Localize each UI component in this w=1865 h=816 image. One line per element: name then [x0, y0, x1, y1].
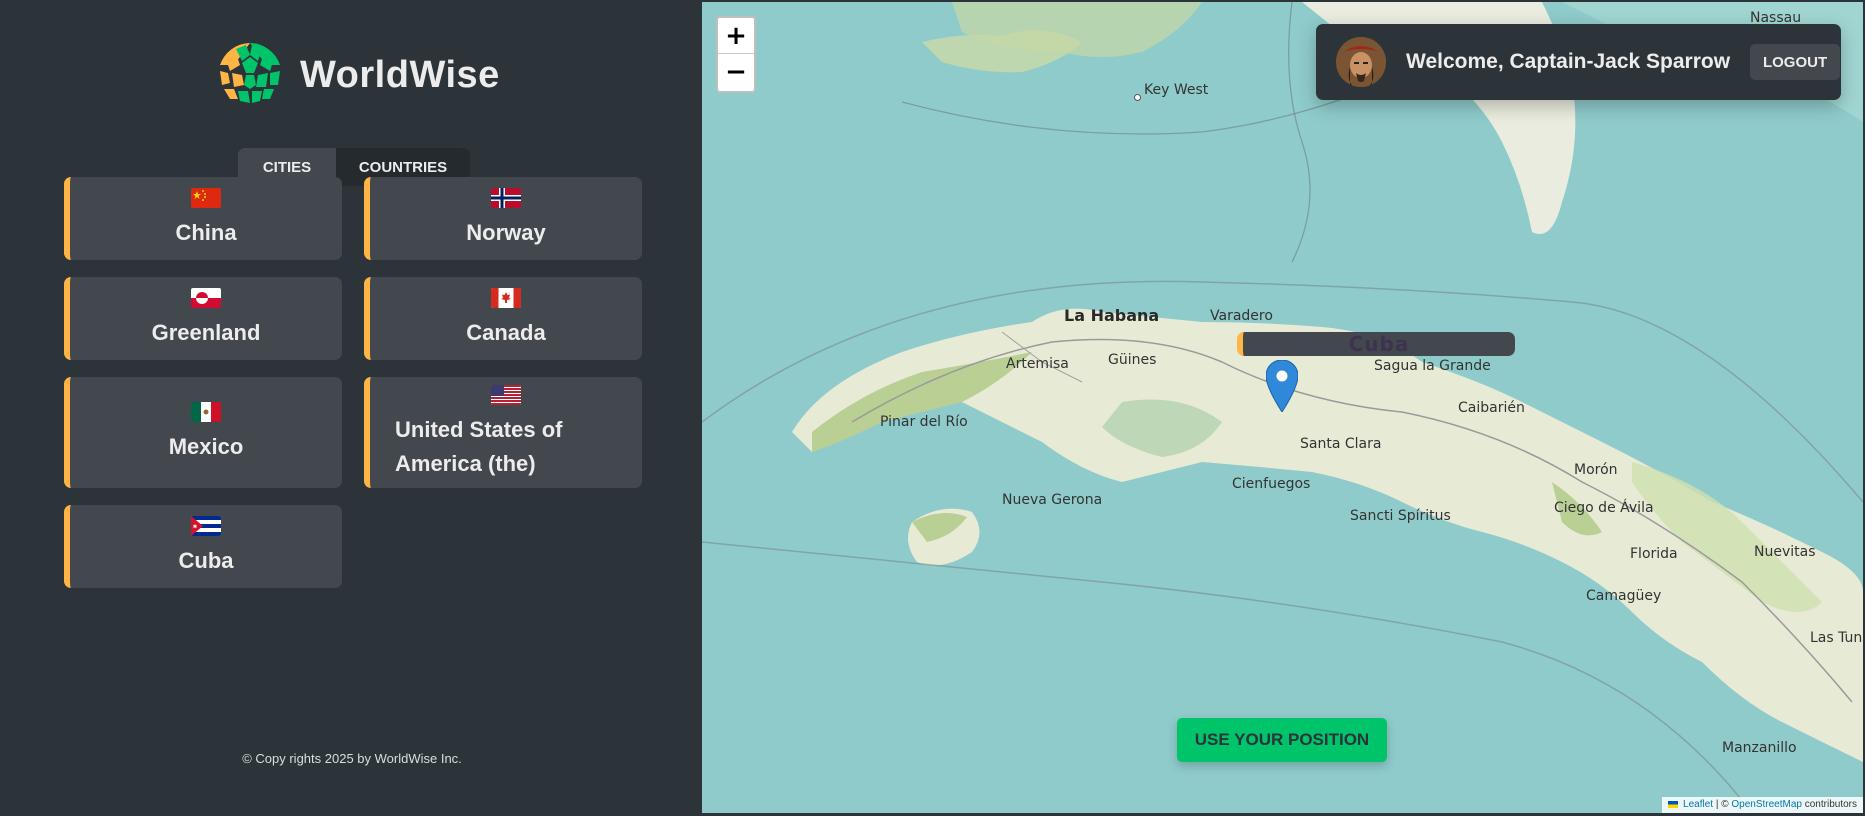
- country-item-cuba[interactable]: Cuba: [64, 505, 342, 588]
- sidebar: WorldWise Cities Countries China Norway …: [2, 2, 702, 813]
- zoom-out-button[interactable]: −: [718, 54, 754, 90]
- map-label-la-habana: La Habana: [1064, 306, 1160, 325]
- map-label-manzanillo: Manzanillo: [1722, 740, 1797, 756]
- city-dot: [1134, 94, 1141, 101]
- map-label-key-west: Key West: [1144, 82, 1209, 98]
- avatar: [1336, 37, 1386, 87]
- country-name: Norway: [466, 219, 546, 245]
- country-name: Greenland: [151, 319, 261, 345]
- map-view[interactable]: Key West Nassau La Habana Varadero Cuba …: [702, 2, 1863, 813]
- attribution-separator: | ©: [1715, 799, 1732, 810]
- map-label-caibarien: Caibarién: [1458, 400, 1525, 416]
- map-label-varadero: Varadero: [1210, 308, 1273, 324]
- country-item-mexico[interactable]: Mexico: [64, 377, 342, 488]
- ukraine-flag-icon: [1668, 800, 1679, 808]
- logout-button[interactable]: Logout: [1750, 44, 1841, 80]
- country-item-united-states[interactable]: United States of America (the): [364, 377, 642, 488]
- country-name: China: [175, 219, 237, 245]
- copyright-footer: © Copy rights 2025 by WorldWise Inc.: [242, 751, 462, 766]
- country-item-greenland[interactable]: Greenland: [64, 277, 342, 360]
- greenland-flag-icon: [191, 287, 221, 308]
- country-item-canada[interactable]: Canada: [364, 277, 642, 360]
- country-list: China Norway Greenland Canada Mexico Uni…: [2, 2, 702, 722]
- mexico-flag-icon: [191, 401, 221, 422]
- country-item-china[interactable]: China: [64, 177, 342, 260]
- map-label-camaguey: Camagüey: [1586, 588, 1662, 604]
- user-panel: Welcome, Captain-Jack Sparrow Logout: [1316, 24, 1841, 100]
- usa-flag-icon: [491, 384, 521, 405]
- canada-flag-icon: [491, 287, 521, 308]
- attribution-contributors: contributors: [1804, 799, 1857, 810]
- map-label-ciego: Ciego de Ávila: [1554, 500, 1654, 516]
- country-name: Canada: [466, 319, 546, 345]
- cuba-flag-icon: [191, 515, 221, 536]
- leaflet-link[interactable]: Leaflet: [1683, 799, 1713, 810]
- welcome-text: Welcome, Captain-Jack Sparrow: [1406, 50, 1731, 73]
- map-label-cienfuegos: Cienfuegos: [1232, 476, 1311, 492]
- china-flag-icon: [191, 187, 221, 208]
- map-label-sancti-spiritus: Sancti Spíritus: [1350, 508, 1451, 524]
- map-attribution: Leaflet | © OpenStreetMap contributors: [1662, 797, 1863, 813]
- country-item-norway[interactable]: Norway: [364, 177, 642, 260]
- country-name: Mexico: [168, 433, 244, 459]
- norway-flag-icon: [491, 187, 521, 208]
- map-label-nuevitas: Nuevitas: [1754, 544, 1816, 560]
- country-name: Cuba: [178, 547, 234, 573]
- map-label-nueva-gerona: Nueva Gerona: [1002, 492, 1103, 508]
- map-label-pinar: Pinar del Río: [880, 414, 968, 430]
- map-label-artemisa: Artemisa: [1006, 356, 1069, 372]
- zoom-control: + −: [716, 16, 756, 93]
- map-label-cuba: Cuba: [1237, 332, 1515, 356]
- map-label-sagua: Sagua la Grande: [1374, 358, 1491, 374]
- map-label-guines: Güines: [1108, 352, 1157, 368]
- zoom-in-button[interactable]: +: [718, 18, 754, 54]
- map-label-florida: Florida: [1630, 546, 1678, 562]
- openstreetmap-link[interactable]: OpenStreetMap: [1731, 799, 1802, 810]
- country-name: United States of America (the): [395, 416, 563, 476]
- map-label-santa-clara: Santa Clara: [1300, 436, 1382, 452]
- map-label-las-tunas: Las Tuna: [1810, 630, 1863, 646]
- use-position-button[interactable]: Use your position: [1177, 718, 1387, 762]
- map-label-moron: Morón: [1574, 462, 1618, 478]
- location-marker-icon[interactable]: [1266, 360, 1298, 412]
